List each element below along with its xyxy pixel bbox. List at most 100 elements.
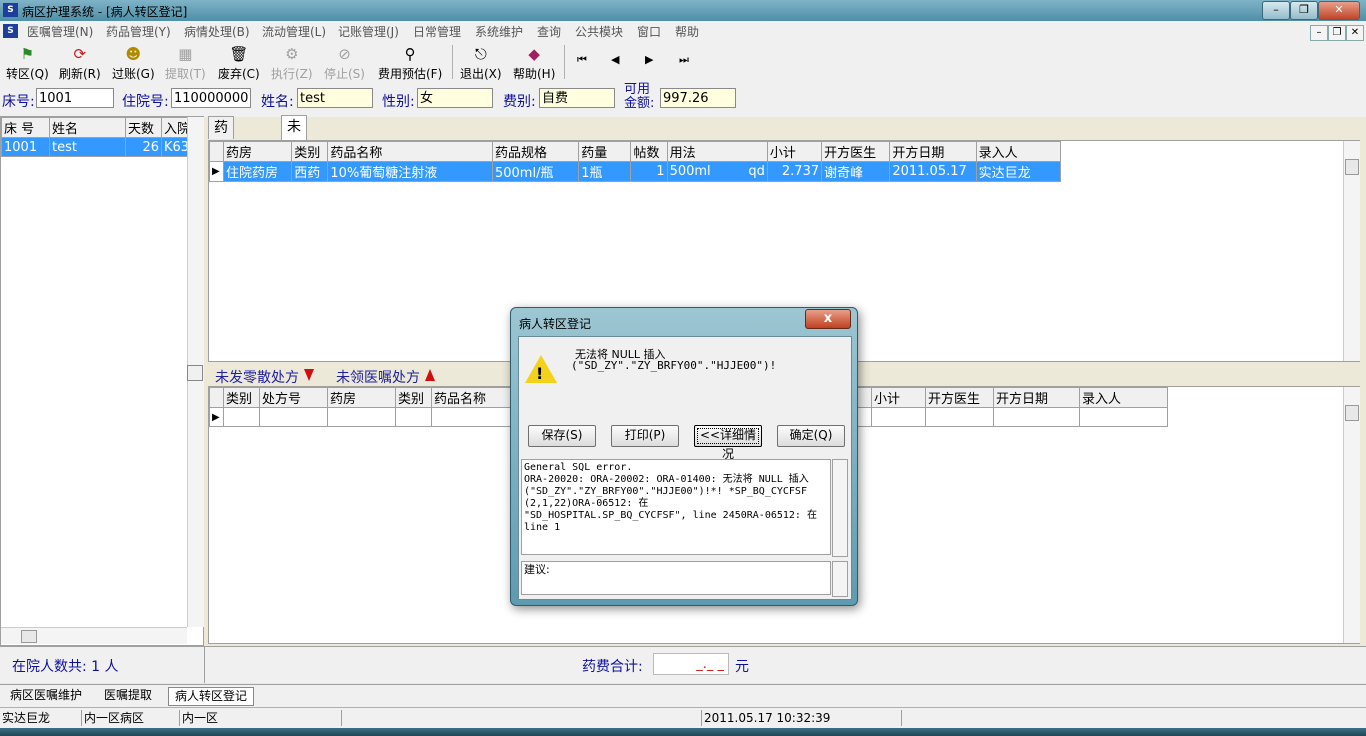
header-bed[interactable]: 床 号 (1, 117, 50, 138)
exit-button[interactable]: ⎋ 退出(X) (460, 45, 502, 82)
loose-rx-link[interactable]: 未发零散处方 (215, 367, 299, 387)
hscroll-thumb[interactable] (21, 630, 37, 643)
admission-field[interactable]: 1100000001 (171, 88, 251, 108)
window-title: 病区护理系统 - [病人转区登记] (22, 5, 188, 19)
window-tabs: 病区医嘱维护 医嘱提取 病人转区登记 (0, 684, 1366, 707)
drug-total-label: 药费合计: (582, 659, 643, 675)
header-entered-by[interactable]: 录入人 (975, 141, 1062, 162)
header-category[interactable]: 类别 (291, 141, 329, 162)
header-drug-name[interactable]: 药品名称 (327, 141, 493, 162)
patient-info-bar: 床号: 1001 住院号: 1100000001 姓名: test 性别: 女 … (0, 83, 1366, 117)
tab-patient-transfer[interactable]: 病人转区登记 (168, 687, 255, 706)
dialog-ok-button[interactable]: 确定(Q) (777, 425, 845, 447)
menu-condition[interactable]: 病情处理(B) (184, 23, 250, 40)
menu-help[interactable]: 帮助 (675, 23, 699, 40)
toolbar: ⚑ 转区(Q) ⟳ 刷新(R) ☻ 过账(G) ▦ 提取(T) 🗑 废弃(C) ⚙ 执行(Z… (0, 41, 1366, 84)
detail-vscroll[interactable] (832, 459, 848, 557)
vscroll-thumb[interactable] (1345, 405, 1359, 421)
help-button[interactable]: ◆ 帮助(H) (513, 45, 555, 82)
header-usage[interactable]: 用法 (666, 141, 768, 162)
dialog-message-2: ("SD_ZY"."ZY_BRFY00"."HJJE00")! (571, 359, 777, 372)
available-label-2: 金额: (624, 96, 655, 111)
header-pharmacy[interactable]: 药房 (223, 141, 293, 162)
dialog-save-button[interactable]: 保存(S) (528, 425, 596, 447)
tab-ward-orders[interactable]: 病区医嘱维护 (4, 687, 88, 704)
stop-button[interactable]: ⊘ 停止(S) (324, 45, 365, 82)
table-row[interactable]: 1001 test 26 K63 (1, 137, 188, 157)
mdi-close-button[interactable]: ✕ (1346, 25, 1364, 41)
splitter-handle[interactable] (187, 365, 203, 381)
menu-window[interactable]: 窗口 (637, 23, 661, 40)
arrow-down-icon (304, 369, 314, 381)
suggest-vscroll[interactable] (832, 561, 848, 597)
vscroll-thumb[interactable] (1345, 159, 1359, 175)
header-subtotal[interactable]: 小计 (766, 141, 823, 162)
header-rx-date[interactable]: 开方日期 (993, 387, 1080, 408)
header-name[interactable]: 姓名 (49, 117, 126, 138)
dialog-print-button[interactable]: 打印(P) (611, 425, 679, 447)
header-rx-number[interactable]: 处方号 (259, 387, 328, 408)
available-amount-field[interactable]: 997.26 (660, 88, 736, 108)
header-date[interactable]: 开方日期 (889, 141, 977, 162)
tab-order-extract[interactable]: 医嘱提取 (98, 687, 158, 704)
header-admit[interactable]: 入院 (161, 117, 188, 138)
header-doses[interactable]: 帖数 (630, 141, 668, 162)
next-record-icon[interactable]: ▶ (645, 53, 653, 66)
header-rx-category-2[interactable]: 类别 (395, 387, 432, 408)
extract-button[interactable]: ▦ 提取(T) (165, 45, 206, 82)
dialog-details-button[interactable]: <<详细情况 (694, 425, 762, 461)
name-label: 姓名: (261, 94, 294, 110)
menu-public[interactable]: 公共模块 (575, 23, 623, 40)
charge-button[interactable]: ☻ 过账(G) (112, 45, 155, 82)
mdi-minimize-button[interactable]: – (1310, 25, 1328, 41)
refresh-button[interactable]: ⟳ 刷新(R) (59, 45, 101, 82)
refresh-icon: ⟳ (73, 45, 87, 63)
help-book-icon: ◆ (528, 45, 540, 63)
menu-daily[interactable]: 日常管理 (413, 23, 461, 40)
suggestion-field[interactable]: 建议: (521, 561, 831, 595)
first-record-icon[interactable]: ⏮ (577, 53, 587, 67)
mdi-restore-button[interactable]: ❐ (1328, 25, 1346, 41)
menu-billing[interactable]: 记账管理(J) (338, 23, 399, 40)
dialog-close-button[interactable]: x (805, 309, 851, 329)
menu-flow[interactable]: 流动管理(L) (262, 23, 326, 40)
fee-type-field[interactable]: 自费 (539, 88, 615, 108)
status-dept: 内一区 (180, 710, 342, 726)
header-rx-entered-by[interactable]: 录入人 (1079, 387, 1168, 408)
table-row[interactable]: ▶ 住院药房 西药 10%葡萄糖注射液 500ml/瓶 1瓶 1 500ml qd… (208, 161, 1062, 182)
header-rx-doctor[interactable]: 开方医生 (925, 387, 994, 408)
gender-field[interactable]: 女 (417, 88, 493, 108)
arrow-up-icon (425, 369, 435, 381)
patient-list-hscroll[interactable] (1, 627, 187, 644)
header-rx-subtotal[interactable]: 小计 (871, 387, 926, 408)
header-days[interactable]: 天数 (125, 117, 162, 138)
header-rx-category[interactable]: 类别 (223, 387, 260, 408)
estimate-button[interactable]: ⚲ 费用预估(F) (378, 45, 442, 82)
prev-record-icon[interactable]: ◀ (611, 53, 619, 66)
menu-orders[interactable]: 医嘱管理(N) (27, 23, 93, 40)
name-field[interactable]: test (297, 88, 373, 108)
menu-query[interactable]: 查询 (537, 23, 561, 40)
transfer-button[interactable]: ⚑ 转区(Q) (6, 45, 49, 82)
trash-icon: 🗑 (229, 45, 249, 63)
menu-drugs[interactable]: 药品管理(Y) (106, 23, 171, 40)
menu-system[interactable]: 系统维护 (475, 23, 523, 40)
header-rx-pharmacy[interactable]: 药房 (327, 387, 396, 408)
discard-button[interactable]: 🗑 废弃(C) (218, 45, 260, 82)
bed-field[interactable]: 1001 (36, 88, 114, 108)
tab-unclaimed-drugs[interactable]: 未领药品 (281, 115, 307, 201)
unclaimed-orders-link[interactable]: 未领医嘱处方 (336, 367, 420, 387)
drug-table-vscroll[interactable] (1343, 141, 1360, 361)
header-doctor[interactable]: 开方医生 (821, 141, 891, 162)
header-qty[interactable]: 药量 (578, 141, 632, 162)
last-record-icon[interactable]: ⏭ (679, 53, 689, 67)
maximize-button[interactable]: ❐ (1290, 1, 1318, 20)
drug-table: 药房 类别 药品名称 药品规格 药量 帖数 用法 小计 开方医生 开方日期 录入… (208, 141, 1062, 182)
close-button[interactable]: ✕ (1318, 1, 1360, 20)
rx-table-vscroll[interactable] (1343, 387, 1360, 643)
error-detail-text[interactable]: General SQL error. ORA-20020: ORA-20002:… (521, 459, 831, 555)
header-spec[interactable]: 药品规格 (491, 141, 580, 162)
minimize-button[interactable]: – (1262, 1, 1290, 20)
tab-drug-orders[interactable]: 药品医嘱 (208, 116, 234, 202)
execute-button[interactable]: ⚙ 执行(Z) (271, 45, 313, 82)
